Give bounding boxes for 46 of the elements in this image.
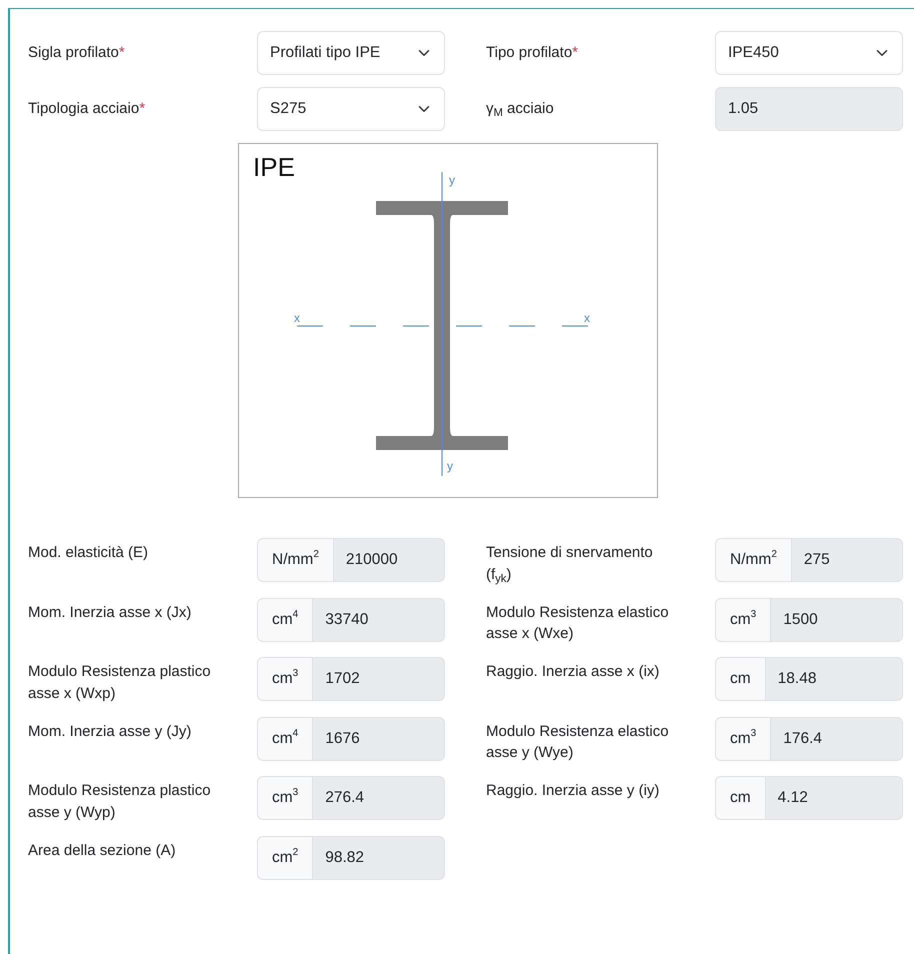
value-field[interactable]: 1702 — [312, 657, 445, 701]
field-label: Area della sezione (A) — [28, 840, 177, 860]
value-field[interactable]: 98.82 — [312, 836, 445, 880]
field-label: Sigla profilato* — [28, 43, 126, 63]
unit-label: cm$^{4}$ — [257, 716, 314, 760]
field-label: Modulo Resistenza elastico asse x (Wxe) — [486, 602, 670, 644]
unit-label: N/mm$^{2}$ — [257, 538, 334, 582]
unit-label: cm$^{4}$ — [257, 598, 314, 642]
value-field[interactable]: 4.12 — [764, 776, 903, 820]
unit-label: cm$^{2}$ — [257, 836, 314, 880]
field-label: Tensione di snervamento (f$_{yk}$) — [486, 543, 654, 586]
unit-label: cm$^{3}$ — [257, 776, 314, 820]
unit-label: cm$^{3}$ — [715, 598, 772, 642]
field-label: Modulo Resistenza elastico asse y (Wye) — [486, 722, 670, 764]
unit-label: cm$^{3}$ — [257, 657, 314, 701]
value-field[interactable]: 275 — [790, 538, 903, 582]
field-label: Modulo Resistenza plastico asse y (Wyp) — [28, 781, 212, 823]
field-label: γ$_{M}$ acciaio — [486, 99, 555, 120]
unit-label: cm — [715, 776, 766, 820]
dropdown-field[interactable]: Profilati tipo IPE — [257, 31, 445, 75]
value-field[interactable]: 33740 — [312, 598, 445, 642]
section-title: IPE — [253, 152, 295, 182]
axis-label: x — [294, 311, 300, 325]
value-field[interactable]: 276.4 — [312, 776, 445, 820]
axis-label: y — [449, 173, 455, 187]
dropdown-field[interactable]: S275 — [257, 87, 445, 131]
field-label: Raggio. Inerzia asse x (ix) — [486, 662, 660, 682]
field-label: Mod. elasticità (E) — [28, 543, 150, 563]
value-field[interactable]: 1676 — [312, 716, 445, 760]
field-label: Modulo Resistenza plastico asse x (Wxp) — [28, 662, 212, 704]
value-field[interactable]: 210000 — [332, 538, 445, 582]
axis-label: x — [584, 311, 590, 325]
axis-label: y — [447, 459, 453, 473]
unit-label: cm$^{3}$ — [715, 716, 772, 760]
readonly-field[interactable]: 1.05 — [715, 87, 903, 131]
value-field[interactable]: 176.4 — [770, 716, 903, 760]
field-label: Mom. Inerzia asse y (Jy) — [28, 722, 192, 742]
value-field[interactable]: 18.48 — [764, 657, 903, 701]
field-label: Mom. Inerzia asse x (Jx) — [28, 602, 192, 622]
dropdown-field[interactable]: IPE450 — [715, 31, 903, 75]
field-label: Raggio. Inerzia asse y (iy) — [486, 781, 660, 801]
field-label: Tipo profilato* — [486, 43, 579, 63]
unit-label: cm — [715, 657, 766, 701]
field-label: Tipologia acciaio* — [28, 99, 146, 119]
unit-label: N/mm$^{2}$ — [715, 538, 792, 582]
value-field[interactable]: 1500 — [770, 598, 903, 642]
